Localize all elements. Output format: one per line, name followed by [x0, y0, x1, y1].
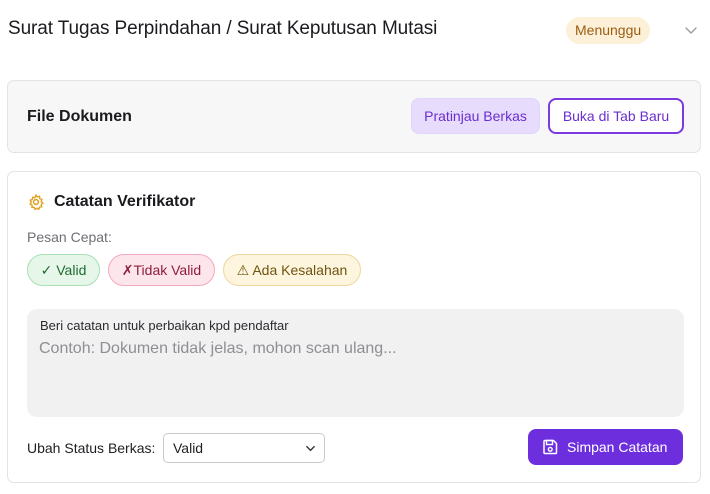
document-title: Surat Tugas Perpindahan / Surat Keputusa…: [8, 18, 438, 39]
verifier-notes-card: Catatan Verifikator Pesan Cepat: ✓ Valid…: [7, 171, 701, 483]
save-note-label: Simpan Catatan: [567, 439, 668, 455]
document-header: Surat Tugas Perpindahan / Surat Keputusa…: [0, 0, 710, 62]
status-badge: Menunggu: [566, 17, 651, 44]
note-area: Beri catatan untuk perbaikan kpd pendaft…: [27, 309, 684, 417]
chevron-down-icon: [306, 445, 315, 452]
open-new-tab-button[interactable]: Buka di Tab Baru: [548, 98, 684, 134]
file-status-select[interactable]: Valid: [163, 433, 325, 463]
file-status-label: Ubah Status Berkas:: [27, 440, 156, 456]
preview-file-button[interactable]: Pratinjau Berkas: [411, 98, 540, 134]
quick-message-invalid[interactable]: ✗Tidak Valid: [108, 254, 215, 286]
file-status-value: Valid: [173, 440, 204, 456]
quick-message-error[interactable]: ⚠ Ada Kesalahan: [223, 254, 361, 286]
chevron-down-icon[interactable]: [684, 23, 698, 37]
quick-message-valid[interactable]: ✓ Valid: [27, 254, 100, 286]
gear-icon: [29, 194, 44, 211]
note-textarea[interactable]: [39, 340, 669, 400]
file-document-card: File Dokumen Pratinjau Berkas Buka di Ta…: [7, 80, 701, 153]
save-note-button[interactable]: Simpan Catatan: [528, 429, 683, 465]
file-document-label: File Dokumen: [27, 108, 132, 125]
quick-messages-label: Pesan Cepat:: [27, 229, 112, 245]
save-icon: [543, 439, 558, 455]
notes-title: Catatan Verifikator: [54, 193, 196, 210]
note-field-label: Beri catatan untuk perbaikan kpd pendaft…: [40, 318, 289, 333]
